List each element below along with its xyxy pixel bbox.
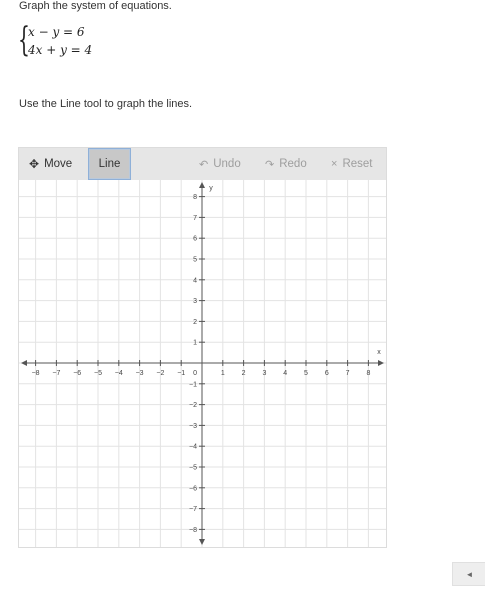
axes [21, 182, 384, 545]
reset-label: Reset [342, 158, 373, 170]
x-axis-arrow-right [378, 360, 384, 366]
y-tick-label: 5 [193, 257, 197, 264]
y-tick-label: −8 [189, 527, 197, 534]
undo-icon: ↶ [199, 158, 209, 171]
y-tick-label: −7 [189, 506, 197, 513]
equation-system: { x − y = 6 4x + y = 4 [18, 20, 138, 61]
instruction-text: Use the Line tool to graph the lines. [19, 98, 193, 110]
x-tick-label: −5 [94, 370, 102, 377]
x-tick-label: 7 [346, 370, 350, 377]
y-tick-label: −3 [189, 423, 197, 430]
y-tick-label: 4 [193, 277, 197, 284]
y-tick-labels: 8 7 6 5 4 3 2 1 −1 −2 −3 −4 −5 −6 −7 −8 [189, 194, 197, 534]
x-tick-label: −2 [156, 370, 164, 377]
y-tick-label: 3 [193, 298, 197, 305]
line-label: Line [98, 158, 121, 170]
move-arrows-icon: ✥ [29, 157, 40, 171]
x-tick-labels: −8 −7 −6 −5 −4 −3 −2 −1 1 2 3 4 5 6 7 8 [32, 370, 371, 377]
y-axis-arrow-down [199, 539, 205, 545]
x-tick-label: 8 [366, 370, 370, 377]
redo-label: Redo [279, 158, 307, 170]
origin-label: 0 [193, 370, 197, 377]
redo-button[interactable]: ↷ Redo [265, 148, 307, 180]
y-tick-label: 6 [193, 236, 197, 243]
redo-icon: ↷ [265, 158, 275, 171]
y-tick-label: −5 [189, 465, 197, 472]
x-tick-label: −4 [115, 370, 123, 377]
undo-button[interactable]: ↶ Undo [199, 148, 241, 180]
move-tool-button[interactable]: ✥ Move [29, 148, 72, 180]
y-tick-label: −1 [189, 381, 197, 388]
x-tick-label: 2 [242, 370, 246, 377]
x-tick-label: 1 [221, 370, 225, 377]
left-arrow-icon: ◄ [465, 569, 474, 579]
x-tick-label: −1 [177, 370, 185, 377]
y-tick-label: 7 [193, 215, 197, 222]
x-axis-label: x [377, 349, 381, 356]
x-tick-label: 3 [262, 370, 266, 377]
close-icon: × [331, 158, 338, 170]
y-tick-label: 1 [193, 340, 197, 347]
x-tick-label: −6 [73, 370, 81, 377]
x-axis-arrow-left [21, 360, 27, 366]
line-tool-button[interactable]: Line [88, 148, 131, 180]
coordinate-plane[interactable]: −8 −7 −6 −5 −4 −3 −2 −1 1 2 3 4 5 6 7 8 87654321−1−2−3−… [19, 180, 386, 547]
y-tick-label: −6 [189, 485, 197, 492]
y-tick-label: −2 [189, 402, 197, 409]
undo-label: Undo [213, 158, 241, 170]
equation-2: 4x + y = 4 [28, 43, 93, 57]
y-axis-arrow-up [199, 182, 205, 188]
x-tick-label: −3 [136, 370, 144, 377]
x-tick-label: −8 [32, 370, 40, 377]
x-tick-label: −7 [52, 370, 60, 377]
move-label: Move [44, 158, 73, 170]
x-tick-label: 6 [325, 370, 329, 377]
y-tick-label: −4 [189, 444, 197, 451]
x-tick-label: 5 [304, 370, 308, 377]
graph-toolbar: ✥ Move Line ↶ Undo ↷ Redo × Reset [19, 148, 386, 180]
equation-1: x − y = 6 [28, 25, 85, 39]
question-prompt: Graph the system of equations. [19, 0, 172, 12]
x-tick-label: 4 [283, 370, 287, 377]
graphing-widget: ✥ Move Line ↶ Undo ↷ Redo × Reset −8 −7 −6… [18, 147, 387, 548]
y-tick-label: 8 [193, 194, 197, 201]
y-axis-label: y [209, 185, 213, 192]
y-tick-label: 2 [193, 319, 197, 326]
scroll-left-button[interactable]: ◄ [452, 562, 485, 586]
reset-button[interactable]: × Reset [331, 148, 372, 180]
